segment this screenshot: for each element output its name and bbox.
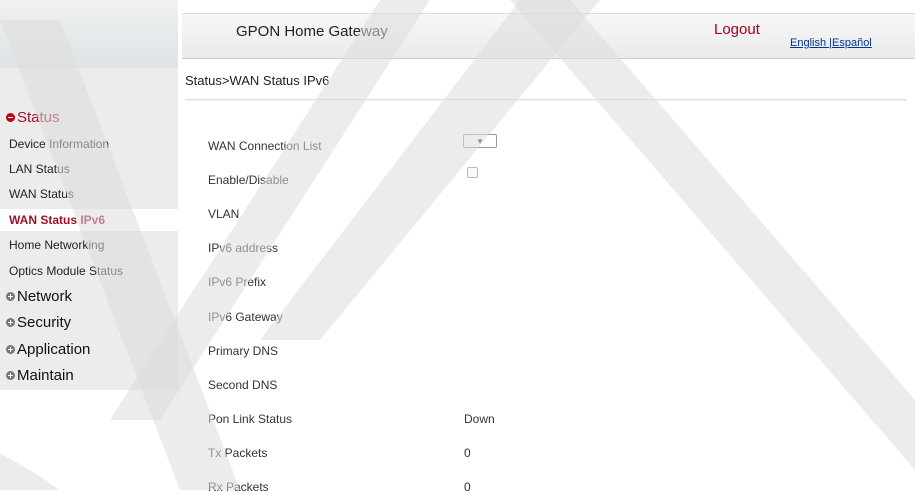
- menu-application-label: Application: [17, 341, 91, 358]
- label-rx-packets: Rx Packets: [208, 480, 269, 494]
- enable-checkbox[interactable]: [467, 167, 478, 178]
- header: GPON Home Gateway Logout English |Españo…: [178, 0, 915, 64]
- value-rx-packets: 0: [464, 480, 471, 494]
- menu-maintain[interactable]: Maintain: [6, 367, 74, 384]
- menu-status-label: Status: [17, 109, 60, 126]
- value-pon-link-status: Down: [464, 412, 495, 426]
- language-switch: English |Español: [790, 37, 872, 49]
- value-tx-packets: 0: [464, 446, 471, 460]
- minus-bullet-icon: [6, 113, 15, 122]
- label-tx-packets: Tx Packets: [208, 446, 268, 460]
- plus-bullet-icon: [6, 371, 15, 380]
- menu-network[interactable]: Network: [6, 288, 72, 305]
- lang-english-link[interactable]: English: [790, 37, 826, 49]
- sidebar-item-device-information[interactable]: Device Information: [0, 133, 178, 155]
- label-pon-link-status: Pon Link Status: [208, 412, 293, 426]
- menu-application[interactable]: Application: [6, 341, 90, 358]
- menu-status[interactable]: Status: [6, 109, 60, 126]
- plus-bullet-icon: [6, 345, 15, 354]
- label-enable-disable: Enable/Disable: [208, 173, 289, 187]
- label-second-dns: Second DNS: [208, 378, 278, 392]
- sidebar-item-lan-status[interactable]: LAN Status: [0, 158, 178, 180]
- divider: [185, 99, 907, 101]
- logout-link[interactable]: Logout: [714, 21, 760, 38]
- logo-area: [0, 0, 178, 68]
- sidebar-item-home-networking[interactable]: Home Networking: [0, 234, 178, 256]
- label-ipv6-address: IPv6 address: [208, 241, 279, 255]
- sidebar-item-optics-module-status[interactable]: Optics Module Status: [0, 260, 178, 282]
- label-vlan: VLAN: [208, 207, 240, 221]
- chevron-down-icon: ▼: [476, 137, 484, 146]
- menu-network-label: Network: [17, 288, 73, 305]
- header-title: GPON Home Gateway: [236, 23, 388, 40]
- plus-bullet-icon: [6, 318, 15, 327]
- label-ipv6-gateway: IPv6 Gateway: [208, 310, 283, 324]
- wan-connection-select[interactable]: ▼: [463, 134, 497, 148]
- sidebar-item-wan-status-ipv6[interactable]: WAN Status IPv6: [0, 209, 178, 231]
- label-primary-dns: Primary DNS: [208, 344, 279, 358]
- breadcrumb: Status>WAN Status IPv6: [185, 73, 330, 88]
- menu-maintain-label: Maintain: [17, 367, 74, 384]
- sidebar: Status Device Information LAN Status WAN…: [0, 0, 178, 390]
- sidebar-item-wan-status[interactable]: WAN Status: [0, 183, 178, 205]
- plus-bullet-icon: [6, 292, 15, 301]
- menu-security-label: Security: [17, 314, 72, 331]
- label-ipv6-prefix: IPv6 Prefix: [208, 275, 267, 289]
- label-wan-connection-list: WAN Connection List: [208, 139, 322, 153]
- menu-security[interactable]: Security: [6, 314, 71, 331]
- lang-spanish-link[interactable]: Español: [832, 37, 872, 49]
